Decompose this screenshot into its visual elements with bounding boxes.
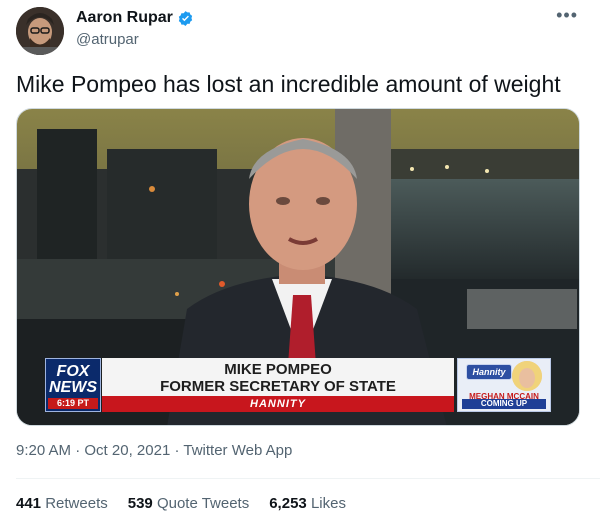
promo-coming: COMING UP <box>462 399 546 409</box>
quote-tweets-stat[interactable]: 539 Quote Tweets <box>128 495 249 512</box>
chyron-title: FORMER SECRETARY OF STATE <box>160 378 396 395</box>
fox-news-logo: FOX NEWS 6:19 PT <box>45 358 101 412</box>
verified-badge-icon <box>178 10 193 26</box>
chyron-name: MIKE POMPEO <box>224 361 332 378</box>
promo-panel: Hannity MEGHAN MCCAIN COMING UP <box>457 358 551 412</box>
retweets-stat[interactable]: 441 Retweets <box>16 495 108 512</box>
retweets-count: 441 <box>16 495 42 512</box>
author-name[interactable]: Aaron Rupar <box>76 9 194 27</box>
author-handle[interactable]: @atrupar <box>76 31 139 48</box>
divider <box>16 478 600 479</box>
tweet-media[interactable]: FOX NEWS 6:19 PT MIKE POMPEO FORMER SECR… <box>16 108 580 426</box>
meta-separator: · <box>174 442 180 459</box>
likes-stat[interactable]: 6,253 Likes <box>269 495 346 512</box>
likes-label: Likes <box>310 495 346 512</box>
promo-show-logo: Hannity <box>466 364 512 380</box>
likes-count: 6,253 <box>269 495 307 512</box>
time-badge: 6:19 PT <box>48 398 98 409</box>
tweet-source[interactable]: Twitter Web App <box>183 442 292 459</box>
tv-chyron: FOX NEWS 6:19 PT MIKE POMPEO FORMER SECR… <box>45 358 551 412</box>
avatar-icon <box>16 7 64 55</box>
tweet-timestamp: 9:20 AM · Oct 20, 2021 · Twitter Web App <box>16 442 292 459</box>
chyron-name-bar: MIKE POMPEO FORMER SECRETARY OF STATE <box>102 358 454 396</box>
engagement-stats: 441 Retweets 539 Quote Tweets 6,253 Like… <box>16 495 346 512</box>
quote-tweets-label: Quote Tweets <box>156 495 250 512</box>
retweets-label: Retweets <box>45 495 108 512</box>
quote-tweets-count: 539 <box>127 495 153 512</box>
tweet-text: Mike Pompeo has lost an incredible amoun… <box>16 71 561 97</box>
guest-photo <box>512 361 542 391</box>
meta-separator: · <box>75 442 81 459</box>
more-options-icon[interactable]: ••• <box>556 6 578 24</box>
avatar[interactable] <box>16 7 64 55</box>
tweet-time[interactable]: 9:20 AM <box>16 442 71 459</box>
author-name-text[interactable]: Aaron Rupar <box>76 9 173 27</box>
tweet-date[interactable]: Oct 20, 2021 <box>84 442 170 459</box>
show-bar: HANNITY <box>102 396 454 412</box>
